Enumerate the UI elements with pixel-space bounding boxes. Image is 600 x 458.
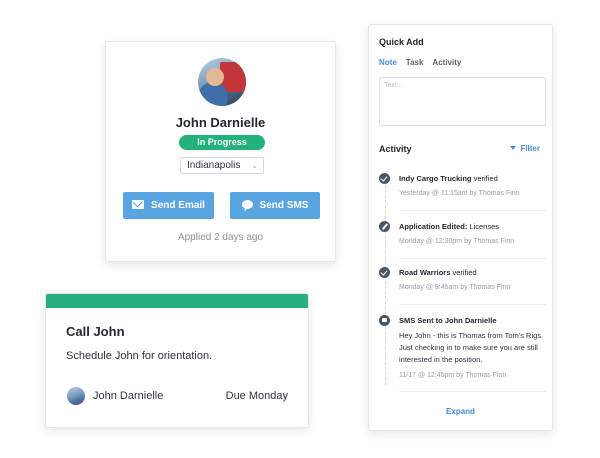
send-email-button[interactable]: Send Email xyxy=(123,192,214,219)
filter-icon xyxy=(510,146,517,150)
envelope-icon xyxy=(132,199,145,209)
activity-heading: Road Warriors verified xyxy=(399,268,477,277)
candidate-name: John Darnielle xyxy=(175,115,266,130)
activity-meta: Yesterday @ 11:15am by Thomas Finn xyxy=(399,190,520,197)
task-description: Schedule John for orientation. xyxy=(66,350,213,362)
activity-suffix: verified xyxy=(471,174,498,183)
activity-meta: Monday @ 12:30pm by Thomas Finn xyxy=(399,238,515,245)
filter-label: Filter xyxy=(520,144,540,153)
expand-link[interactable]: Expand xyxy=(369,407,552,416)
activity-title-text: Indy Cargo Trucking xyxy=(399,174,472,183)
activity-meta: Monday @ 9:45am by Thomas Finn xyxy=(399,284,511,291)
activity-title: Activity xyxy=(379,144,412,154)
assignee-avatar xyxy=(67,387,85,405)
task-card[interactable]: Call John Schedule John for orientation.… xyxy=(45,293,309,428)
divider xyxy=(399,304,546,305)
tab-note[interactable]: Note xyxy=(379,58,397,67)
divider xyxy=(399,258,546,259)
filter-button[interactable]: Filter xyxy=(510,144,540,153)
quick-add-title: Quick Add xyxy=(379,37,424,47)
tab-task[interactable]: Task xyxy=(406,58,424,67)
activity-title-text: SMS Sent to John Darnielle xyxy=(399,316,497,325)
sms-body: Hey John - this is Thomas from Tom's Rig… xyxy=(399,331,544,364)
status-badge: In Progress xyxy=(179,135,265,150)
divider xyxy=(399,210,546,211)
applied-date: Applied 2 days ago xyxy=(177,232,264,243)
divider xyxy=(399,391,546,392)
note-textarea[interactable]: Text... xyxy=(379,77,546,126)
avatar xyxy=(198,58,246,106)
due-date: Due Monday xyxy=(225,390,288,402)
check-icon xyxy=(379,267,390,278)
activity-suffix: verified xyxy=(450,268,477,277)
pencil-icon xyxy=(379,221,390,232)
candidate-profile-card: John Darnielle In Progress Indianapolis … xyxy=(105,41,336,262)
send-email-label: Send Email xyxy=(151,200,205,211)
tab-activity[interactable]: Activity xyxy=(432,58,461,67)
task-title: Call John xyxy=(66,324,125,339)
activity-meta: 11/17 @ 12:45pm by Thomas Finn xyxy=(399,372,507,379)
quick-add-tabs: Note Task Activity xyxy=(379,58,470,67)
chat-bubble-icon xyxy=(241,199,253,209)
activity-title-text: Road Warriors xyxy=(399,268,451,277)
send-sms-label: Send SMS xyxy=(259,200,309,211)
chevron-down-icon: ⌄ xyxy=(251,161,258,170)
activity-heading: Application Edited: Licenses xyxy=(399,222,499,231)
location-value: Indianapolis xyxy=(187,160,241,171)
check-icon xyxy=(379,173,390,184)
activity-panel: Quick Add Note Task Activity Text... Activ… xyxy=(368,24,553,431)
timeline-line xyxy=(385,185,386,385)
assignee-name: John Darnielle xyxy=(93,390,164,402)
send-sms-button[interactable]: Send SMS xyxy=(230,192,320,219)
activity-heading: SMS Sent to John Darnielle xyxy=(399,316,497,325)
activity-title-text: Application Edited: xyxy=(399,222,468,231)
activity-heading: Indy Cargo Trucking verified xyxy=(399,174,498,183)
message-icon xyxy=(379,315,390,326)
activity-suffix: Licenses xyxy=(467,222,500,231)
location-select[interactable]: Indianapolis ⌄ xyxy=(180,157,264,174)
task-accent-bar xyxy=(46,294,308,308)
